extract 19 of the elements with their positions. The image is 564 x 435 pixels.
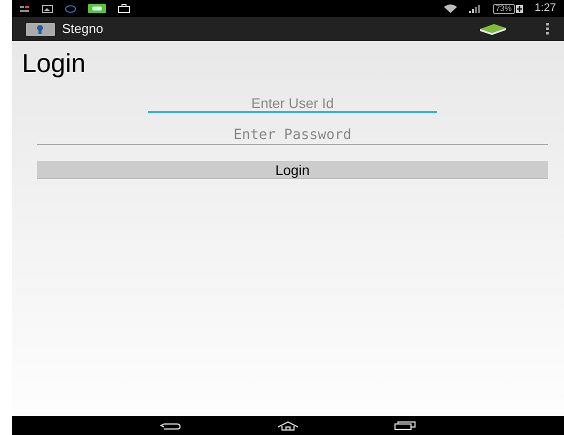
signal-icon (468, 4, 481, 13)
back-icon[interactable] (160, 422, 182, 430)
password-field[interactable]: Enter Password (37, 127, 548, 145)
briefcase-icon (118, 4, 130, 13)
recent-apps-icon[interactable] (394, 421, 416, 430)
clock-time: 1:27 (534, 3, 556, 14)
book-icon[interactable] (478, 23, 508, 35)
wifi-icon (444, 4, 457, 13)
message-icon (88, 4, 106, 13)
app-logo-icon (26, 22, 55, 36)
battery-indicator: 73% (492, 4, 515, 14)
login-button[interactable]: Login (37, 161, 548, 179)
app-title: Stegno (62, 20, 104, 38)
overflow-menu-icon[interactable] (546, 23, 550, 35)
user-id-field[interactable]: Enter User Id (148, 95, 437, 113)
page-heading: Login (22, 49, 87, 77)
image-icon (42, 4, 53, 12)
home-icon[interactable] (276, 420, 299, 430)
notification-icon (20, 4, 30, 12)
